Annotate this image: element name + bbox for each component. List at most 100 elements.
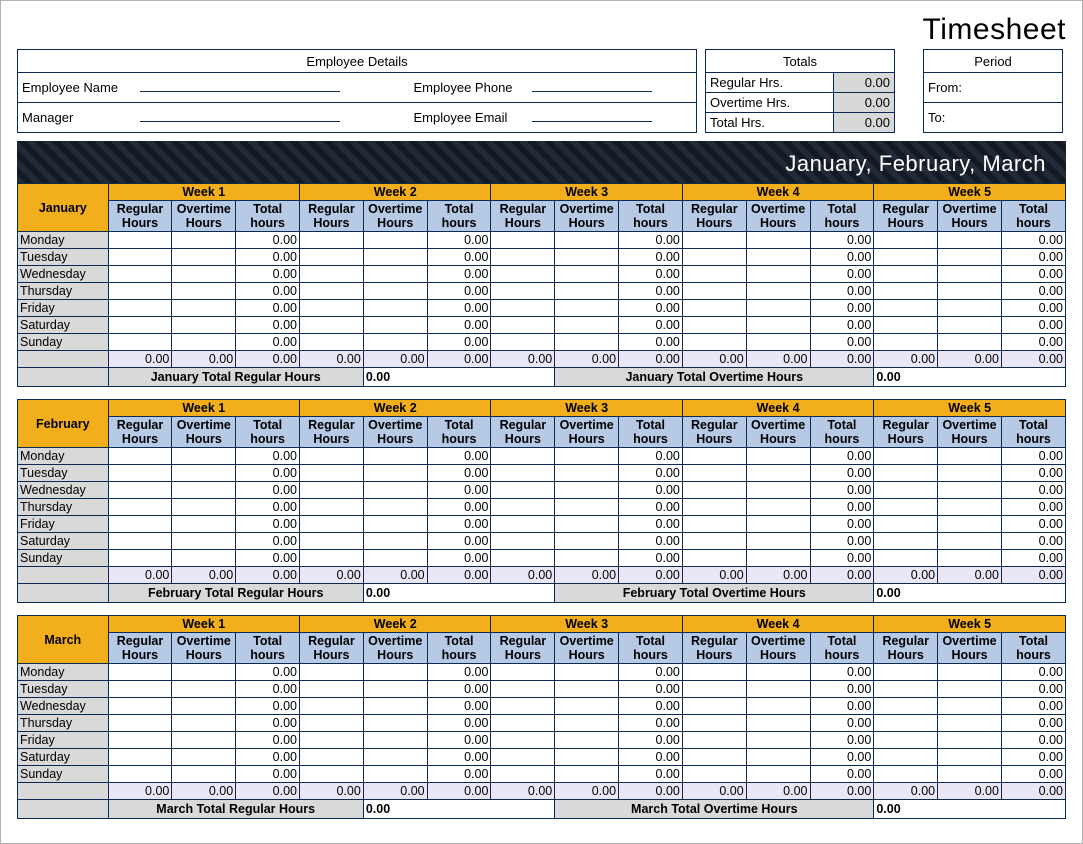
cell-overtime[interactable] [938, 550, 1002, 567]
cell-overtime[interactable] [363, 516, 427, 533]
cell-regular[interactable] [491, 482, 555, 499]
cell-regular[interactable] [108, 317, 172, 334]
cell-overtime[interactable] [555, 232, 619, 249]
cell-overtime[interactable] [172, 715, 236, 732]
cell-overtime[interactable] [746, 749, 810, 766]
cell-overtime[interactable] [746, 550, 810, 567]
cell-overtime[interactable] [938, 266, 1002, 283]
cell-regular[interactable] [682, 300, 746, 317]
cell-overtime[interactable] [363, 766, 427, 783]
cell-overtime[interactable] [938, 249, 1002, 266]
cell-overtime[interactable] [938, 232, 1002, 249]
cell-overtime[interactable] [172, 664, 236, 681]
cell-regular[interactable] [300, 266, 364, 283]
cell-overtime[interactable] [363, 448, 427, 465]
cell-overtime[interactable] [363, 550, 427, 567]
cell-overtime[interactable] [555, 448, 619, 465]
cell-regular[interactable] [108, 715, 172, 732]
cell-overtime[interactable] [938, 698, 1002, 715]
cell-overtime[interactable] [172, 300, 236, 317]
input-period-from[interactable] [972, 73, 1063, 103]
cell-regular[interactable] [491, 732, 555, 749]
cell-overtime[interactable] [746, 715, 810, 732]
cell-overtime[interactable] [363, 715, 427, 732]
cell-regular[interactable] [874, 533, 938, 550]
cell-regular[interactable] [874, 715, 938, 732]
cell-regular[interactable] [300, 249, 364, 266]
cell-regular[interactable] [491, 499, 555, 516]
cell-regular[interactable] [491, 766, 555, 783]
cell-overtime[interactable] [363, 249, 427, 266]
cell-regular[interactable] [491, 317, 555, 334]
cell-overtime[interactable] [555, 698, 619, 715]
cell-regular[interactable] [682, 317, 746, 334]
cell-overtime[interactable] [363, 732, 427, 749]
cell-regular[interactable] [874, 266, 938, 283]
cell-overtime[interactable] [363, 533, 427, 550]
cell-overtime[interactable] [172, 334, 236, 351]
cell-overtime[interactable] [555, 300, 619, 317]
cell-regular[interactable] [300, 465, 364, 482]
cell-overtime[interactable] [746, 448, 810, 465]
cell-overtime[interactable] [555, 334, 619, 351]
cell-regular[interactable] [300, 766, 364, 783]
cell-regular[interactable] [874, 482, 938, 499]
cell-regular[interactable] [682, 499, 746, 516]
cell-regular[interactable] [300, 749, 364, 766]
cell-regular[interactable] [682, 283, 746, 300]
cell-regular[interactable] [108, 766, 172, 783]
cell-regular[interactable] [108, 681, 172, 698]
cell-regular[interactable] [300, 317, 364, 334]
cell-regular[interactable] [108, 516, 172, 533]
cell-regular[interactable] [300, 550, 364, 567]
input-period-to[interactable] [972, 103, 1063, 133]
cell-overtime[interactable] [746, 465, 810, 482]
cell-overtime[interactable] [555, 533, 619, 550]
cell-overtime[interactable] [555, 283, 619, 300]
cell-regular[interactable] [491, 266, 555, 283]
cell-regular[interactable] [300, 499, 364, 516]
cell-regular[interactable] [491, 681, 555, 698]
cell-regular[interactable] [682, 766, 746, 783]
cell-overtime[interactable] [938, 664, 1002, 681]
cell-regular[interactable] [491, 664, 555, 681]
cell-regular[interactable] [108, 533, 172, 550]
cell-overtime[interactable] [746, 732, 810, 749]
cell-overtime[interactable] [172, 749, 236, 766]
cell-regular[interactable] [874, 664, 938, 681]
cell-regular[interactable] [300, 482, 364, 499]
cell-regular[interactable] [491, 533, 555, 550]
cell-overtime[interactable] [555, 499, 619, 516]
cell-regular[interactable] [874, 766, 938, 783]
cell-regular[interactable] [874, 550, 938, 567]
cell-regular[interactable] [682, 482, 746, 499]
cell-regular[interactable] [874, 681, 938, 698]
cell-regular[interactable] [491, 249, 555, 266]
cell-overtime[interactable] [938, 448, 1002, 465]
cell-regular[interactable] [682, 715, 746, 732]
cell-regular[interactable] [491, 300, 555, 317]
cell-regular[interactable] [682, 266, 746, 283]
cell-overtime[interactable] [555, 465, 619, 482]
cell-overtime[interactable] [172, 732, 236, 749]
cell-overtime[interactable] [746, 482, 810, 499]
cell-overtime[interactable] [746, 334, 810, 351]
cell-regular[interactable] [874, 334, 938, 351]
cell-overtime[interactable] [938, 749, 1002, 766]
cell-regular[interactable] [491, 715, 555, 732]
cell-regular[interactable] [108, 499, 172, 516]
cell-regular[interactable] [682, 232, 746, 249]
cell-regular[interactable] [300, 732, 364, 749]
cell-regular[interactable] [491, 516, 555, 533]
cell-regular[interactable] [491, 749, 555, 766]
cell-regular[interactable] [300, 283, 364, 300]
cell-overtime[interactable] [746, 533, 810, 550]
cell-overtime[interactable] [555, 732, 619, 749]
cell-overtime[interactable] [363, 749, 427, 766]
cell-overtime[interactable] [555, 766, 619, 783]
cell-regular[interactable] [874, 448, 938, 465]
cell-overtime[interactable] [938, 732, 1002, 749]
cell-regular[interactable] [874, 249, 938, 266]
cell-regular[interactable] [874, 749, 938, 766]
cell-overtime[interactable] [172, 681, 236, 698]
